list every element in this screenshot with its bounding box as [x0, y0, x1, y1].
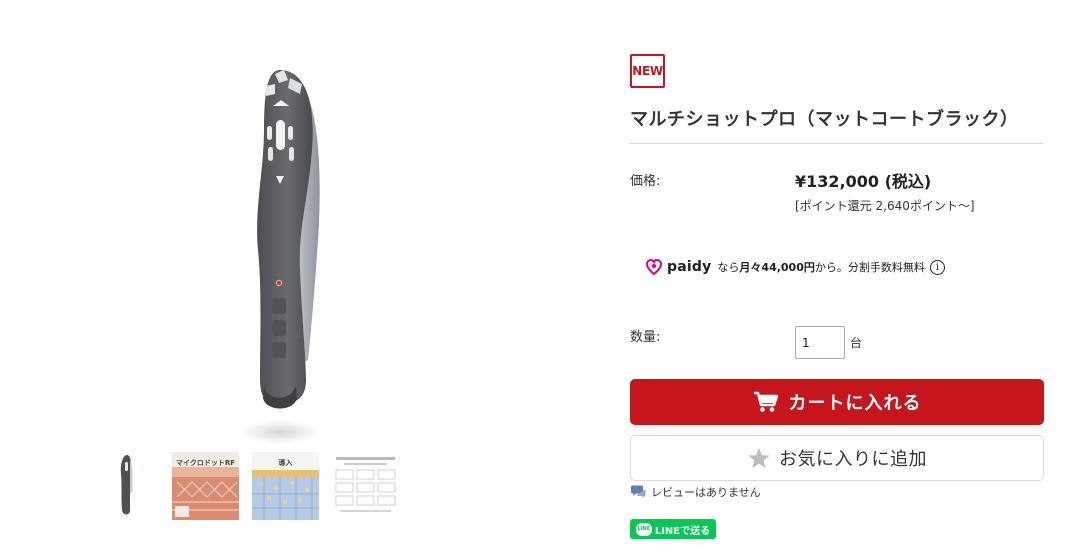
add-to-favorites-label: お気に入りに追加 [779, 449, 927, 470]
thumbnail-features-chart[interactable] [332, 452, 399, 520]
review-status: レビューはありません [630, 484, 761, 500]
paidy-prefix: なら [717, 261, 740, 274]
quantity-unit: 台 [850, 336, 863, 350]
paidy-icon [645, 258, 663, 276]
paidy-installment-info: paidy なら 月々44,000円 から。分割手数料無料 i [645, 258, 945, 276]
paidy-logo: paidy [645, 258, 711, 276]
star-icon [748, 447, 770, 468]
thumbnail-micro-dot-rf[interactable]: マイクロドットRF [172, 452, 239, 520]
chat-bubble-icon [631, 485, 646, 498]
main-product-image [180, 40, 410, 450]
paidy-wordmark: paidy [667, 259, 712, 275]
review-text: レビューはありません [651, 486, 761, 499]
price-value: ¥132,000 (税込) [795, 172, 932, 191]
line-icon: LINE [635, 522, 652, 536]
quantity-input[interactable] [795, 326, 845, 359]
paidy-suffix: から。分割手数料無料 [814, 261, 925, 274]
title-divider [630, 143, 1043, 144]
add-to-cart-button[interactable]: カートに入れる [630, 379, 1044, 425]
quantity-label: 数量: [630, 330, 661, 345]
paidy-monthly-amount: 月々44,000円 [739, 261, 815, 274]
add-to-favorites-button[interactable]: お気に入りに追加 [630, 435, 1044, 481]
points-info: [ポイント還元 2,640ポイント〜] [795, 199, 975, 213]
line-share-button[interactable]: LINE LINEで送る [630, 519, 716, 539]
product-page: マイクロドットRF 導入 NEW マルチショットプロ（マットコートブラック） 価… [0, 0, 1080, 546]
line-share-label: LINEで送る [654, 525, 711, 537]
info-icon[interactable]: i [929, 259, 945, 275]
add-to-cart-label: カートに入れる [788, 393, 922, 414]
thumbnail-caption: 導入 [278, 459, 293, 467]
price-label: 価格: [630, 174, 661, 189]
product-title: マルチショットプロ（マットコートブラック） [630, 109, 1019, 130]
thumbnail-device[interactable] [92, 452, 159, 520]
thumbnail-caption: マイクロドットRF [175, 459, 236, 467]
cart-icon [753, 391, 778, 412]
thumbnail-strip: マイクロドットRF 導入 [92, 452, 399, 520]
thumbnail-infusion[interactable]: 導入 [252, 452, 319, 520]
new-badge: NEW [630, 54, 665, 88]
